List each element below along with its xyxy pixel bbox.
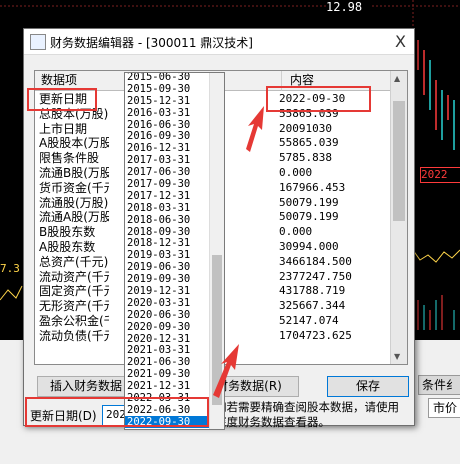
- row-item-name: 上市日期: [39, 121, 88, 136]
- row-item-value[interactable]: 431788.719: [279, 284, 345, 299]
- row-item-name: 固定资产(千元): [39, 284, 109, 299]
- dropdown-option[interactable]: 2017-03-31: [125, 154, 209, 166]
- dropdown-option[interactable]: 2016-12-31: [125, 142, 209, 154]
- close-icon[interactable]: X: [395, 32, 406, 51]
- scroll-up-icon[interactable]: ▲: [394, 74, 400, 83]
- row-item-value[interactable]: 50079.199: [279, 196, 339, 211]
- dropdown-option[interactable]: 2017-12-31: [125, 190, 209, 202]
- dropdown-option[interactable]: 2017-06-30: [125, 166, 209, 178]
- row-item-name: 流动负债(千元): [39, 328, 109, 343]
- dropdown-option[interactable]: 2018-09-30: [125, 226, 209, 238]
- scroll-down-icon[interactable]: ▼: [394, 352, 400, 361]
- dropdown-option[interactable]: 2018-12-31: [125, 237, 209, 249]
- row-item-value[interactable]: 167966.453: [279, 181, 345, 196]
- row-item-value[interactable]: 5785.838: [279, 151, 332, 166]
- row-item-value[interactable]: 0.000: [279, 225, 312, 240]
- dropdown-option[interactable]: 2019-12-31: [125, 285, 209, 297]
- dropdown-option[interactable]: 2019-06-30: [125, 261, 209, 273]
- dropdown-option[interactable]: 2021-09-30: [125, 368, 209, 380]
- dropdown-option[interactable]: 2018-03-31: [125, 202, 209, 214]
- row-item-value[interactable]: 50079.199: [279, 210, 339, 225]
- dropdown-option[interactable]: 2015-09-30: [125, 83, 209, 95]
- row-item-value[interactable]: 3466184.500: [279, 255, 352, 270]
- dropdown-option[interactable]: 2021-03-31: [125, 344, 209, 356]
- dropdown-option[interactable]: 2017-09-30: [125, 178, 209, 190]
- dropdown-option[interactable]: 2021-06-30: [125, 356, 209, 368]
- dropdown-option[interactable]: 2018-06-30: [125, 214, 209, 226]
- row-item-value[interactable]: 0.000: [279, 166, 312, 181]
- dropdown-option[interactable]: 2019-09-30: [125, 273, 209, 285]
- dropdown-option[interactable]: 2020-09-30: [125, 321, 209, 333]
- dropdown-option[interactable]: 2020-06-30: [125, 309, 209, 321]
- dropdown-option[interactable]: 2016-09-30: [125, 130, 209, 142]
- dialog-titlebar[interactable]: 财务数据编辑器 - [300011 鼎汉技术] X: [24, 29, 414, 55]
- row-item-name: B股股东数: [39, 225, 96, 240]
- row-item-name: 流通B股(万股): [39, 165, 109, 180]
- highlight-box-update-date-select: [25, 397, 209, 427]
- app-icon: [30, 34, 46, 50]
- row-item-value[interactable]: 20091030: [279, 122, 332, 137]
- row-item-value[interactable]: 52147.074: [279, 314, 339, 329]
- price-readout: 12.98: [326, 0, 370, 14]
- hint-text: 如若需要精确查阅股本数据，请使用深度财务数据查看器。: [215, 400, 399, 429]
- market-price-column-header: 市价: [428, 398, 460, 418]
- dropdown-option[interactable]: 2019-03-31: [125, 249, 209, 261]
- table-scrollbar[interactable]: ▲ ▼: [390, 71, 407, 364]
- dropdown-option[interactable]: 2021-12-31: [125, 380, 209, 392]
- dropdown-option[interactable]: 2020-12-31: [125, 333, 209, 345]
- condition-tab[interactable]: 条件纟: [418, 375, 460, 395]
- dropdown-option[interactable]: 2016-06-30: [125, 119, 209, 131]
- row-item-name: 货币资金(千元): [39, 180, 109, 195]
- arrow-icon: [213, 344, 239, 398]
- dialog-title: 财务数据编辑器 - [300011 鼎汉技术]: [50, 36, 253, 50]
- save-button[interactable]: 保存: [327, 376, 409, 397]
- dropdown-option[interactable]: 2016-03-31: [125, 107, 209, 119]
- dropdown-option[interactable]: 2015-12-31: [125, 95, 209, 107]
- row-item-name: 流通A股(万股): [39, 210, 109, 225]
- row-item-value[interactable]: 325667.344: [279, 299, 345, 314]
- scrollbar-thumb[interactable]: [393, 101, 405, 221]
- insert-financial-data-button[interactable]: 插入财务数据: [37, 376, 135, 397]
- row-item-name: A股股东数: [39, 239, 96, 254]
- row-item-name: 无形资产(千元): [39, 299, 109, 314]
- row-item-name: 总资产(千元): [39, 254, 109, 269]
- arrow-icon: [246, 106, 264, 152]
- row-item-value[interactable]: 1704723.625: [279, 329, 352, 344]
- row-item-value[interactable]: 55865.039: [279, 136, 339, 151]
- row-item-value[interactable]: 30994.000: [279, 240, 339, 255]
- row-item-value[interactable]: 2377247.750: [279, 270, 352, 285]
- row-item-name: A股股本(万股): [39, 136, 109, 151]
- row-item-name: 限售条件股: [39, 151, 100, 166]
- chart-date-tag: 2022: [420, 167, 460, 183]
- dropdown-options: 2015-06-30 2015-09-30 2015-12-31 2016-03-31…: [125, 73, 209, 428]
- bg-value-fragment: 7.3: [0, 262, 20, 275]
- highlight-box-update-date-row: [27, 88, 97, 111]
- row-item-name: 盈余公积金(千元): [39, 313, 109, 328]
- dropdown-option[interactable]: 2020-03-31: [125, 297, 209, 309]
- row-item-name: 流通股(万股): [39, 195, 109, 210]
- dropdown-option[interactable]: 2015-06-30: [125, 73, 209, 83]
- row-item-name: 流动资产(千元): [39, 269, 109, 284]
- highlight-box-update-date-value: [266, 86, 371, 112]
